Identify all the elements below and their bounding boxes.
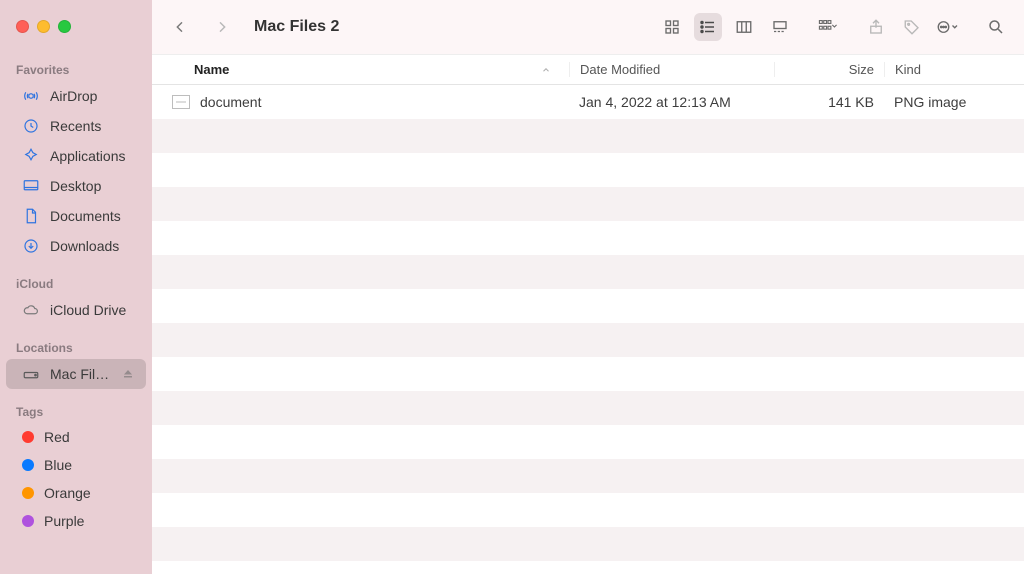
table-row-empty	[152, 425, 1024, 459]
document-icon	[22, 207, 40, 225]
sidebar-item-label: Downloads	[50, 238, 119, 254]
sidebar-item-desktop[interactable]: Desktop	[6, 171, 146, 201]
column-header-label: Size	[849, 62, 874, 77]
tags-button[interactable]	[898, 13, 926, 41]
column-header-row: Name Date Modified Size Kind	[152, 55, 1024, 85]
applications-icon	[22, 147, 40, 165]
sidebar-tag-red[interactable]: Red	[6, 423, 146, 451]
sidebar-item-mac-files[interactable]: Mac Fil…	[6, 359, 146, 389]
sidebar-item-label: iCloud Drive	[50, 302, 126, 318]
airdrop-icon	[22, 87, 40, 105]
column-header-label: Name	[194, 62, 229, 77]
file-list[interactable]: document Jan 4, 2022 at 12:13 AM141 KBPNG…	[152, 85, 1024, 574]
external-disk-icon	[22, 365, 40, 383]
sidebar-tag-orange[interactable]: Orange	[6, 479, 146, 507]
table-row-empty	[152, 527, 1024, 561]
column-header-kind[interactable]: Kind	[884, 62, 1024, 77]
sidebar-item-airdrop[interactable]: AirDrop	[6, 81, 146, 111]
sidebar-section-tags-label: Tags	[0, 399, 152, 423]
file-kind: PNG image	[884, 94, 1024, 110]
column-header-size[interactable]: Size	[774, 62, 884, 77]
table-row[interactable]: document Jan 4, 2022 at 12:13 AM141 KBPNG…	[152, 85, 1024, 119]
table-row-empty	[152, 357, 1024, 391]
file-size: 141 KB	[774, 94, 884, 110]
tag-dot-icon	[22, 515, 34, 527]
clock-icon	[22, 117, 40, 135]
sidebar-tag-purple[interactable]: Purple	[6, 507, 146, 535]
sidebar-item-label: Blue	[44, 457, 72, 473]
table-row-empty	[152, 493, 1024, 527]
sidebar-item-documents[interactable]: Documents	[6, 201, 146, 231]
sidebar-item-recents[interactable]: Recents	[6, 111, 146, 141]
close-window-button[interactable]	[16, 20, 29, 33]
view-gallery-button[interactable]	[766, 13, 794, 41]
desktop-icon	[22, 177, 40, 195]
view-columns-button[interactable]	[730, 13, 758, 41]
window-title: Mac Files 2	[254, 18, 339, 36]
view-mode-group	[658, 13, 794, 41]
sidebar-section-favorites-label: Favorites	[0, 57, 152, 81]
share-button[interactable]	[862, 13, 890, 41]
sort-ascending-icon	[541, 65, 551, 75]
sidebar-section-locations-label: Locations	[0, 335, 152, 359]
view-list-button[interactable]	[694, 13, 722, 41]
file-name: document	[200, 94, 261, 110]
sidebar-item-label: Desktop	[50, 178, 101, 194]
table-row-empty	[152, 561, 1024, 574]
table-row-empty	[152, 289, 1024, 323]
sidebar-item-label: Documents	[50, 208, 121, 224]
downloads-icon	[22, 237, 40, 255]
sidebar-item-icloud-drive[interactable]: iCloud Drive	[6, 295, 146, 325]
tag-dot-icon	[22, 487, 34, 499]
sidebar-item-label: Recents	[50, 118, 101, 134]
table-row-empty	[152, 459, 1024, 493]
sidebar-item-label: Purple	[44, 513, 84, 529]
table-row-empty	[152, 391, 1024, 425]
tag-dot-icon	[22, 431, 34, 443]
file-thumbnail-icon	[172, 95, 190, 109]
zoom-window-button[interactable]	[58, 20, 71, 33]
tag-dot-icon	[22, 459, 34, 471]
view-icons-button[interactable]	[658, 13, 686, 41]
sidebar-item-label: Orange	[44, 485, 91, 501]
sidebar-tag-blue[interactable]: Blue	[6, 451, 146, 479]
table-row-empty	[152, 255, 1024, 289]
column-header-label: Kind	[895, 62, 921, 77]
table-row-empty	[152, 221, 1024, 255]
sidebar-item-label: Mac Fil…	[50, 366, 109, 382]
sidebar-section-icloud-label: iCloud	[0, 271, 152, 295]
sidebar-item-label: Red	[44, 429, 70, 445]
sidebar-item-downloads[interactable]: Downloads	[6, 231, 146, 261]
table-row-empty	[152, 187, 1024, 221]
action-menu-button[interactable]	[934, 13, 962, 41]
window-controls	[0, 20, 152, 33]
toolbar: Mac Files 2	[152, 0, 1024, 55]
finder-window: Favorites AirDrop Recents Applications D…	[0, 0, 1024, 574]
back-button[interactable]	[166, 13, 194, 41]
forward-button[interactable]	[208, 13, 236, 41]
file-date: Jan 4, 2022 at 12:13 AM	[569, 94, 774, 110]
group-by-button[interactable]	[814, 13, 842, 41]
sidebar-item-label: Applications	[50, 148, 126, 164]
column-header-date[interactable]: Date Modified	[569, 62, 774, 77]
search-button[interactable]	[982, 13, 1010, 41]
main-content: Mac Files 2	[152, 0, 1024, 574]
table-row-empty	[152, 323, 1024, 357]
column-header-name[interactable]: Name	[152, 62, 569, 77]
sidebar-item-applications[interactable]: Applications	[6, 141, 146, 171]
sidebar-item-label: AirDrop	[50, 88, 97, 104]
table-row-empty	[152, 119, 1024, 153]
cloud-icon	[22, 301, 40, 319]
minimize-window-button[interactable]	[37, 20, 50, 33]
sidebar: Favorites AirDrop Recents Applications D…	[0, 0, 152, 574]
eject-icon[interactable]	[122, 368, 134, 380]
table-row-empty	[152, 153, 1024, 187]
column-header-label: Date Modified	[580, 62, 660, 77]
